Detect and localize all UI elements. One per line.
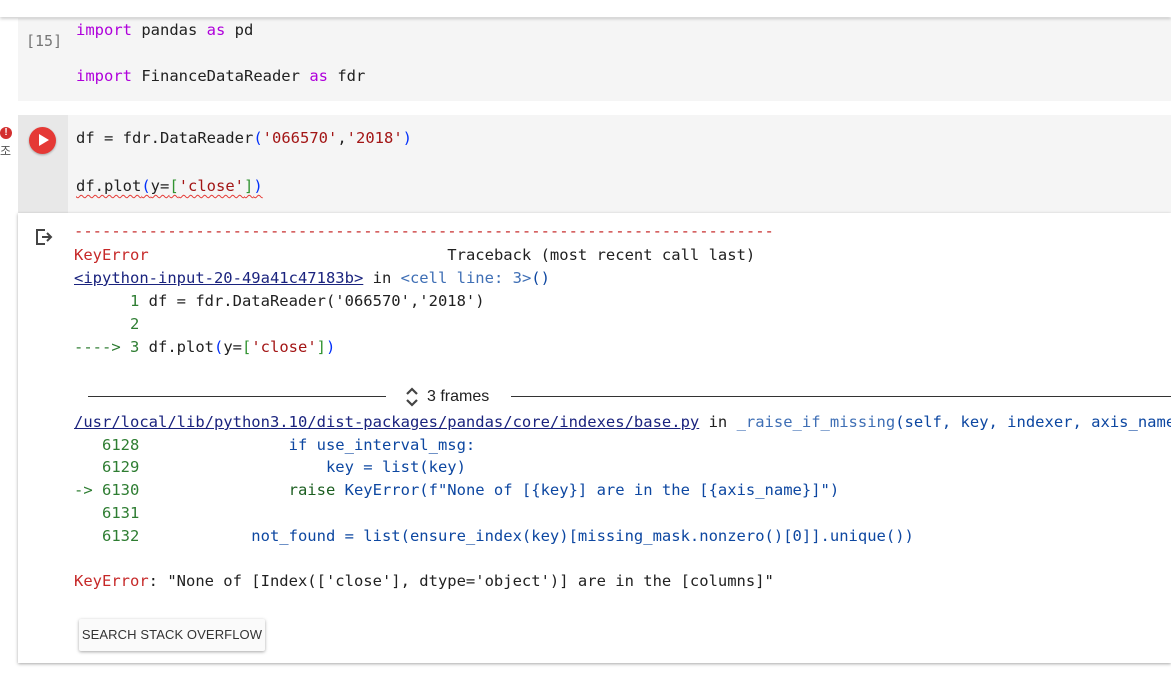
source-file-link[interactable]: /usr/local/lib/python3.10/dist-packages/… bbox=[74, 413, 699, 431]
source-line-6129: 6129 key = list(key) bbox=[74, 458, 466, 476]
traceback-header: KeyError Traceback (most recent call las… bbox=[74, 246, 756, 264]
colab-header-strip bbox=[0, 0, 1171, 17]
frames-divider-left bbox=[88, 396, 386, 397]
frame-location: /usr/local/lib/python3.10/dist-packages/… bbox=[74, 413, 1171, 431]
execution-count: [15] bbox=[26, 32, 63, 50]
code-cell-imports[interactable]: [15] import pandas as pd import FinanceD… bbox=[18, 18, 1171, 101]
side-label: 조 bbox=[0, 144, 12, 158]
output-redirect-icon[interactable] bbox=[34, 227, 54, 247]
frames-toggle[interactable]: 3 frames bbox=[405, 386, 489, 408]
run-cell-button[interactable] bbox=[29, 127, 56, 154]
error-badge-icon: ! bbox=[0, 127, 12, 139]
source-line-6130: -> 6130 raise KeyError(f"None of [{key}]… bbox=[74, 481, 840, 499]
code-line-2: import FinanceDataReader as fdr bbox=[76, 67, 366, 85]
traceback-line-3: ----> 3 df.plot(y=['close']) bbox=[74, 338, 336, 356]
source-line-6131: 6131 bbox=[74, 504, 140, 522]
code-cell-editor[interactable]: df = fdr.DataReader('066570','2018') df.… bbox=[68, 115, 1171, 213]
code-line-2: df.plot(y=['close']) bbox=[76, 177, 263, 195]
traceback-dashes: ----------------------------------------… bbox=[74, 222, 774, 240]
expand-collapse-icon bbox=[406, 387, 418, 407]
frames-label: 3 frames bbox=[427, 388, 490, 405]
traceback-location: <ipython-input-20-49a41c47183b> in <cell… bbox=[74, 269, 550, 287]
source-line-6128: 6128 if use_interval_msg: bbox=[74, 436, 476, 454]
source-line-6132: 6132 not_found = list(ensure_index(key)[… bbox=[74, 527, 914, 545]
final-error-message: KeyError: "None of [Index(['close'], dty… bbox=[74, 572, 774, 590]
frames-divider-right bbox=[511, 396, 1171, 397]
ipython-input-link[interactable]: <ipython-input-20-49a41c47183b> bbox=[74, 269, 363, 287]
code-line-1: import pandas as pd bbox=[76, 21, 254, 39]
search-stack-overflow-button[interactable]: SEARCH STACK OVERFLOW bbox=[79, 619, 265, 651]
traceback-line-2: 2 bbox=[74, 315, 140, 333]
code-line-1: df = fdr.DataReader('066570','2018') bbox=[76, 129, 412, 147]
traceback-line-1: 1 df = fdr.DataReader('066570','2018') bbox=[74, 292, 485, 310]
